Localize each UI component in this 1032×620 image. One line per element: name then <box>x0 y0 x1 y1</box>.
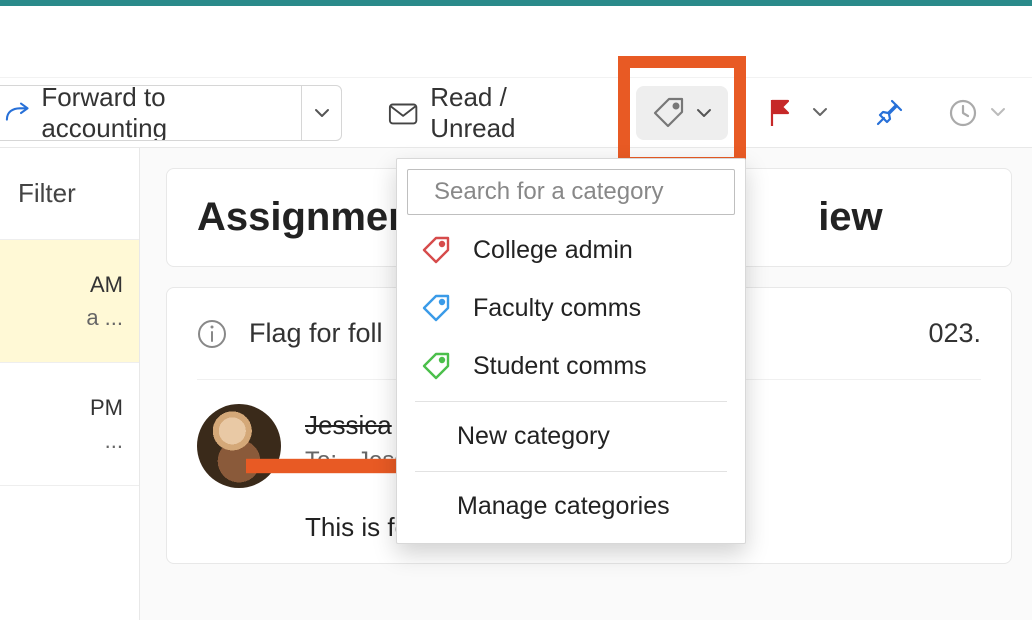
flag-text-left: Flag for foll <box>249 318 383 349</box>
manage-categories-item[interactable]: Manage categories <box>397 478 745 535</box>
chevron-down-icon <box>990 107 1006 117</box>
envelope-icon <box>388 100 418 126</box>
list-item-time: AM <box>0 268 123 301</box>
filter-label: Filter <box>18 178 76 209</box>
list-item[interactable]: AM a ... <box>0 240 139 363</box>
categorize-button[interactable] <box>636 86 728 140</box>
quick-step-forward[interactable]: Forward to accounting <box>0 85 342 141</box>
list-item[interactable]: PM ... <box>0 363 139 486</box>
pin-button[interactable] <box>866 78 912 147</box>
list-item-preview: ... <box>0 424 123 457</box>
dropdown-divider <box>415 471 727 472</box>
message-list-sidebar: Filter AM a ... PM ... <box>0 148 140 620</box>
list-item-time: PM <box>0 391 123 424</box>
tag-icon <box>421 235 451 265</box>
category-label: Student comms <box>473 352 647 381</box>
ribbon-spacer <box>0 6 1032 78</box>
snooze-dropdown[interactable] <box>984 104 1012 122</box>
clock-icon <box>948 98 978 128</box>
flag-text-right: 023. <box>928 318 981 349</box>
category-label: College admin <box>473 236 633 265</box>
flag-icon <box>768 98 794 128</box>
tag-icon <box>421 293 451 323</box>
category-search-input[interactable] <box>434 178 744 206</box>
category-dropdown: College admin Faculty comms Student comm… <box>396 158 746 544</box>
flag-button[interactable] <box>758 98 804 128</box>
categorize-button-wrap <box>636 78 728 147</box>
manage-categories-label: Manage categories <box>457 492 670 521</box>
read-unread-label: Read / Unread <box>430 82 590 144</box>
chevron-down-icon <box>314 108 330 118</box>
quick-step-dropdown[interactable] <box>301 86 341 140</box>
read-unread-button[interactable]: Read / Unread <box>372 78 606 147</box>
filter-button[interactable]: Filter <box>0 148 139 240</box>
flag-dropdown[interactable] <box>804 104 836 122</box>
snooze-button[interactable] <box>942 78 984 147</box>
pin-icon <box>874 98 904 128</box>
forward-arrow-icon <box>5 102 31 124</box>
category-item-college-admin[interactable]: College admin <box>397 221 745 279</box>
tag-icon <box>652 96 686 130</box>
info-icon <box>197 319 227 349</box>
chevron-down-icon <box>696 108 712 118</box>
new-category-item[interactable]: New category <box>397 408 745 465</box>
message-toolbar: Forward to accounting Read / Unread <box>0 78 1032 148</box>
chevron-down-icon <box>812 107 828 117</box>
avatar <box>197 404 281 488</box>
new-category-label: New category <box>457 422 610 451</box>
category-label: Faculty comms <box>473 294 641 323</box>
quick-step-main[interactable]: Forward to accounting <box>0 86 301 140</box>
dropdown-divider <box>415 401 727 402</box>
category-item-faculty-comms[interactable]: Faculty comms <box>397 279 745 337</box>
category-item-student-comms[interactable]: Student comms <box>397 337 745 395</box>
list-item-preview: a ... <box>0 301 123 334</box>
tag-icon <box>421 351 451 381</box>
quick-step-label: Forward to accounting <box>41 85 283 141</box>
category-search[interactable] <box>407 169 735 215</box>
